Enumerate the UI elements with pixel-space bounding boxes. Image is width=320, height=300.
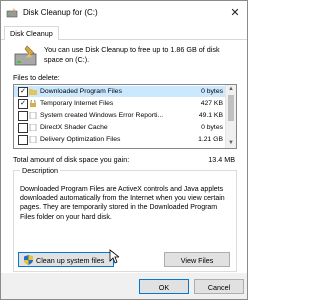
files-to-delete-label: Files to delete: bbox=[13, 73, 60, 82]
disk-cleanup-panel: You can use Disk Cleanup to free up to 1… bbox=[1, 40, 247, 273]
list-item[interactable]: System created Windows Error Reporti... … bbox=[14, 110, 226, 121]
mouse-cursor-icon bbox=[109, 249, 119, 264]
lock-icon bbox=[30, 100, 36, 107]
checkbox[interactable] bbox=[18, 111, 28, 121]
file-size: 49.1 KB bbox=[198, 112, 223, 119]
scroll-thumb[interactable] bbox=[228, 95, 234, 121]
file-size: 427 KB bbox=[200, 100, 223, 107]
scroll-down-icon[interactable]: ▼ bbox=[226, 139, 236, 148]
close-icon[interactable]: ✕ bbox=[227, 5, 243, 21]
document-icon bbox=[29, 112, 37, 119]
checkbox[interactable] bbox=[18, 123, 28, 133]
tab-strip: Disk Cleanup bbox=[1, 25, 247, 40]
cancel-button[interactable]: Cancel bbox=[194, 279, 244, 294]
description-text: Downloaded Program Files are ActiveX con… bbox=[20, 186, 225, 221]
description-legend: Description bbox=[20, 166, 60, 175]
disk-cleanup-icon bbox=[14, 45, 37, 66]
tab-disk-cleanup[interactable]: Disk Cleanup bbox=[4, 26, 59, 40]
shield-icon bbox=[24, 255, 33, 265]
disk-cleanup-window: Disk Cleanup for (C:) ✕ Disk Cleanup You… bbox=[0, 0, 248, 300]
clean-up-system-files-button[interactable]: Clean up system files bbox=[18, 252, 114, 267]
clean-up-system-files-label: Clean up system files bbox=[36, 256, 105, 265]
scroll-up-icon[interactable]: ▲ bbox=[226, 85, 236, 94]
file-size: 0 bytes bbox=[201, 124, 223, 131]
file-size: 1.21 GB bbox=[198, 136, 223, 143]
title-bar[interactable]: Disk Cleanup for (C:) ✕ bbox=[1, 1, 247, 25]
file-name: DirectX Shader Cache bbox=[40, 124, 108, 131]
intro-text: You can use Disk Cleanup to free up to 1… bbox=[44, 45, 220, 64]
checkbox[interactable]: ✓ bbox=[18, 99, 28, 109]
file-name: Delivery Optimization Files bbox=[40, 136, 121, 143]
total-value: 13.4 MB bbox=[208, 155, 235, 164]
list-item[interactable]: ✓ Downloaded Program Files 0 bytes bbox=[14, 86, 226, 97]
list-item[interactable]: DirectX Shader Cache 0 bytes bbox=[14, 122, 226, 133]
dialog-button-bar: OK Cancel bbox=[1, 273, 247, 299]
list-item[interactable]: ✓ Temporary Internet Files 427 KB bbox=[14, 98, 226, 109]
disk-cleanup-app-icon bbox=[6, 8, 18, 18]
folder-icon bbox=[29, 89, 37, 95]
list-item[interactable]: Delivery Optimization Files 1.21 GB bbox=[14, 134, 226, 145]
document-icon bbox=[29, 124, 37, 131]
view-files-button[interactable]: View Files bbox=[164, 252, 230, 267]
checkbox[interactable] bbox=[18, 135, 28, 145]
document-icon bbox=[29, 136, 37, 143]
file-name: Downloaded Program Files bbox=[40, 88, 122, 95]
checkbox[interactable]: ✓ bbox=[18, 87, 28, 97]
list-scrollbar[interactable]: ▲ ▼ bbox=[225, 85, 236, 148]
description-group: Description Downloaded Program Files are… bbox=[13, 166, 237, 272]
ok-button[interactable]: OK bbox=[139, 279, 189, 294]
files-list[interactable]: ✓ Downloaded Program Files 0 bytes ✓ Tem… bbox=[13, 84, 237, 149]
file-size: 0 bytes bbox=[201, 88, 223, 95]
file-name: Temporary Internet Files bbox=[40, 100, 114, 107]
window-title: Disk Cleanup for (C:) bbox=[23, 8, 98, 17]
total-label: Total amount of disk space you gain: bbox=[13, 155, 130, 164]
file-name: System created Windows Error Reporti... bbox=[40, 112, 164, 119]
